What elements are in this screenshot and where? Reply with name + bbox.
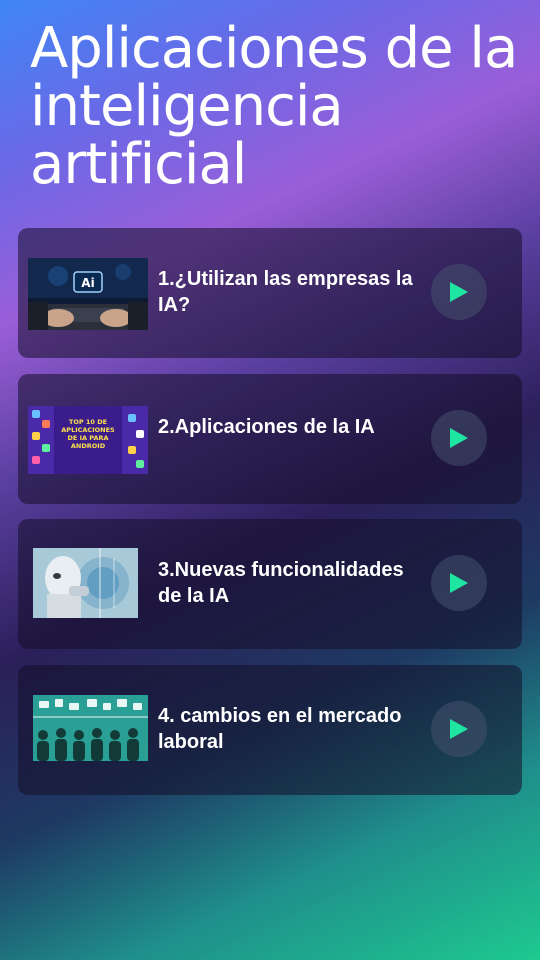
lesson-title-2: 2.Aplicaciones de la IA [158, 416, 375, 438]
lesson-card-3[interactable]: 3.Nuevas funcionalidades de la IA [18, 519, 522, 649]
thumbnail-text-2: TOP 10 DE APLICACIONES DE IA PARA ANDROI… [61, 418, 115, 450]
top-apps-image: TOP 10 DE APLICACIONES DE IA PARA ANDROI… [28, 406, 148, 474]
play-button-1[interactable] [431, 264, 487, 320]
lesson-card-1[interactable]: Ai 1.¿Utilizan las empresas la IA? [18, 228, 522, 358]
lesson-thumbnail-2: TOP 10 DE APLICACIONES DE IA PARA ANDROI… [28, 406, 148, 474]
play-button-2[interactable] [431, 410, 487, 466]
lesson-thumbnail-1: Ai [28, 258, 148, 330]
labor-market-image [33, 695, 148, 761]
play-button-3[interactable] [431, 555, 487, 611]
page-title: Aplicaciones de la inteligencia artifici… [30, 16, 518, 197]
play-button-4[interactable] [431, 701, 487, 757]
lesson-title-3: 3.Nuevas funcionalidades de la IA [158, 559, 404, 607]
play-icon [450, 282, 468, 302]
play-icon [450, 573, 468, 593]
lesson-card-4[interactable]: 4. cambios en el mercado laboral [18, 665, 522, 795]
lesson-thumbnail-4 [33, 695, 148, 761]
lesson-title-1: 1.¿Utilizan las empresas la IA? [158, 268, 413, 316]
play-icon [450, 428, 468, 448]
play-icon [450, 719, 468, 739]
robot-image [33, 548, 138, 618]
lesson-card-2[interactable]: TOP 10 DE APLICACIONES DE IA PARA ANDROI… [18, 374, 522, 504]
laptop-ai-image: Ai [28, 258, 148, 330]
lesson-thumbnail-3 [33, 548, 138, 618]
lesson-title-4: 4. cambios en el mercado laboral [158, 705, 402, 753]
thumbnail-text-1: Ai [81, 276, 94, 290]
